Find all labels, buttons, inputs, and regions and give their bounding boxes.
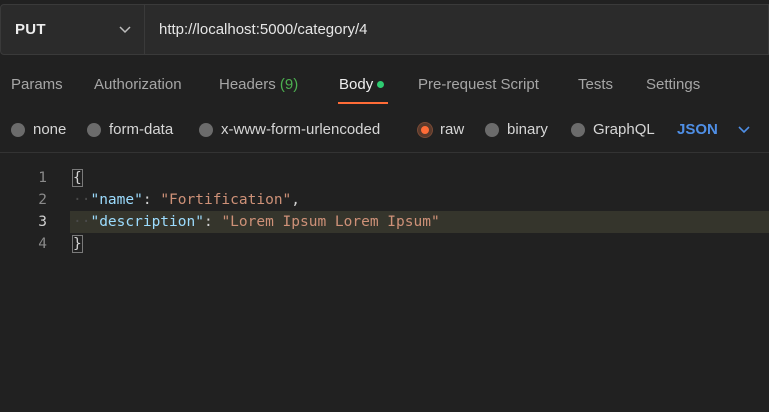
- tab-label: Authorization: [94, 76, 182, 93]
- tab-label: Body: [339, 76, 374, 93]
- radio-circle-icon: [485, 122, 499, 137]
- code-text: ··"description": "Lorem Ipsum Lorem Ipsu…: [73, 214, 440, 230]
- radio-raw[interactable]: raw: [418, 121, 464, 138]
- tab-settings[interactable]: Settings: [646, 76, 700, 93]
- tab-params[interactable]: Params: [11, 76, 63, 93]
- tab-label: Params: [11, 76, 63, 93]
- radio-x-www-form-urlencoded[interactable]: x-www-form-urlencoded: [199, 121, 380, 138]
- radio-circle-icon: [199, 122, 213, 137]
- tab-label: Tests: [578, 76, 614, 93]
- radio-form-data[interactable]: form-data: [87, 121, 173, 138]
- radio-circle-icon: [11, 122, 25, 137]
- tab-label: Headers: [219, 76, 276, 93]
- tab-authorization[interactable]: Authorization: [94, 76, 182, 93]
- radio-label: binary: [507, 121, 548, 138]
- json-key: "description": [90, 214, 204, 230]
- radio-label: raw: [440, 121, 465, 138]
- line-number: 2: [38, 192, 47, 208]
- radio-label: form-data: [109, 121, 174, 138]
- headers-count-badge: (9): [279, 76, 299, 93]
- code-line: 3 ··"description": "Lorem Ipsum Lorem Ip…: [0, 211, 769, 233]
- code-text: {: [72, 169, 83, 187]
- code-text: }: [72, 235, 83, 253]
- tab-label: Settings: [646, 76, 701, 93]
- radio-checked-icon: [418, 122, 432, 137]
- radio-label: GraphQL: [593, 121, 655, 138]
- code-editor[interactable]: 1 { 2 ··"name": "Fortification", 3 ··"de…: [0, 166, 769, 412]
- radio-label: none: [33, 121, 67, 138]
- method-label: PUT: [15, 21, 46, 38]
- bracket-match: {: [72, 169, 83, 187]
- radio-label: x-www-form-urlencoded: [221, 121, 381, 138]
- request-tabs: Params Authorization Headers (9) Body Pr…: [0, 66, 769, 104]
- chevron-down-icon: [118, 23, 132, 37]
- radio-binary[interactable]: binary: [485, 121, 548, 138]
- code-text: ··"name": "Fortification",: [73, 192, 301, 208]
- active-tab-underline: [338, 102, 388, 104]
- tab-label: Pre-request Script: [418, 76, 539, 93]
- radio-none[interactable]: none: [11, 121, 66, 138]
- tab-body[interactable]: Body: [339, 76, 385, 93]
- radio-graphql[interactable]: GraphQL: [571, 121, 655, 138]
- bracket-match: }: [72, 235, 83, 253]
- format-select[interactable]: JSON: [677, 121, 750, 138]
- tab-tests[interactable]: Tests: [578, 76, 613, 93]
- divider: [0, 152, 769, 153]
- tab-pre-request-script[interactable]: Pre-request Script: [418, 76, 539, 93]
- line-number: 4: [38, 236, 47, 252]
- url-bar: PUT http://localhost:5000/category/4: [0, 4, 769, 55]
- json-key: "name": [90, 192, 143, 208]
- code-line: 1 {: [0, 167, 769, 189]
- postman-request-panel: PUT http://localhost:5000/category/4 Par…: [0, 0, 769, 412]
- tab-headers[interactable]: Headers (9): [219, 76, 298, 93]
- format-label: JSON: [677, 121, 718, 138]
- line-number: 3: [38, 214, 47, 230]
- method-select[interactable]: PUT: [0, 4, 145, 55]
- chevron-down-icon: [738, 121, 750, 138]
- json-value: "Fortification": [160, 192, 292, 208]
- code-line: 4 }: [0, 233, 769, 255]
- body-type-selector: none form-data x-www-form-urlencoded raw…: [0, 116, 769, 144]
- url-text: http://localhost:5000/category/4: [159, 21, 368, 38]
- url-input[interactable]: http://localhost:5000/category/4: [145, 4, 769, 55]
- radio-circle-icon: [571, 122, 585, 137]
- code-line: 2 ··"name": "Fortification",: [0, 189, 769, 211]
- line-number: 1: [38, 170, 47, 186]
- json-value: "Lorem Ipsum Lorem Ipsum": [221, 214, 440, 230]
- radio-circle-icon: [87, 122, 101, 137]
- status-dot-icon: [377, 80, 385, 88]
